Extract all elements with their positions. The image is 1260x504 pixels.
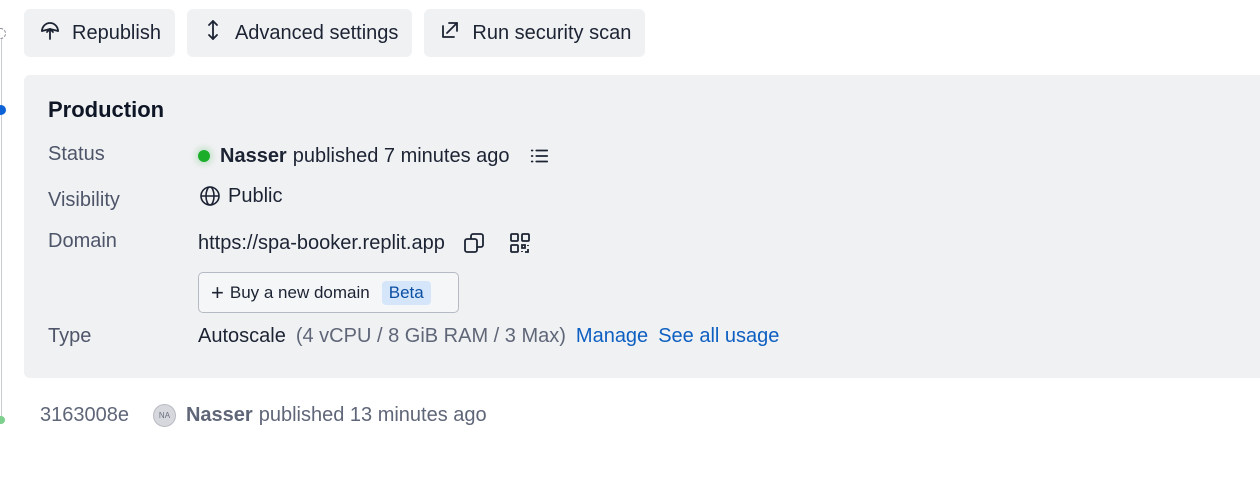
status-text: published 7 minutes ago [292, 144, 510, 167]
security-scan-label: Run security scan [472, 21, 632, 44]
type-specs: (4 vCPU / 8 GiB RAM / 3 Max) [295, 325, 566, 347]
type-value: Autoscale (4 vCPU / 8 GiB RAM / 3 Max) M… [198, 325, 779, 348]
panel-title: Production [48, 97, 165, 122]
visibility-value: Public [198, 184, 282, 208]
domain-url[interactable]: https://spa-booker.replit.app [198, 232, 445, 255]
status-live-dot [198, 150, 210, 162]
copy-icon[interactable] [461, 230, 487, 256]
scan-arrow-icon [438, 18, 462, 48]
timeline-line [1, 30, 2, 422]
republish-button[interactable]: Republish [24, 9, 175, 57]
type-label: Type [48, 325, 92, 347]
type-text: Autoscale [198, 325, 286, 347]
vertical-arrows-icon [201, 18, 225, 48]
advanced-settings-button[interactable]: Advanced settings [186, 9, 413, 57]
domain-value: https://spa-booker.replit.app [198, 230, 533, 256]
avatar: NA [152, 404, 176, 427]
list-icon[interactable] [526, 143, 552, 169]
history-entry[interactable]: 3163008e NA Nasser published 13 minutes … [40, 404, 487, 427]
timeline-history-dot [0, 416, 5, 424]
production-panel: Production Status Nasser published 7 min… [24, 75, 1260, 378]
timeline-pending-dot [0, 28, 6, 39]
history-text: published 13 minutes ago [258, 404, 487, 426]
manage-link[interactable]: Manage [576, 325, 648, 348]
domain-label: Domain [48, 230, 117, 252]
security-scan-button[interactable]: Run security scan [424, 9, 646, 57]
visibility-label: Visibility [48, 189, 120, 211]
status-label: Status [48, 143, 105, 165]
globe-icon [198, 184, 222, 208]
deployment-toolbar: Republish Advanced settings Run security… [24, 9, 646, 57]
buy-domain-button[interactable]: + Buy a new domain Beta [198, 272, 459, 313]
history-user: Nasser [185, 404, 253, 426]
timeline-active-dot [0, 105, 6, 115]
see-all-usage-link[interactable]: See all usage [658, 325, 779, 348]
status-value: Nasser published 7 minutes ago [198, 143, 552, 169]
plus-icon: + [211, 279, 224, 305]
advanced-settings-label: Advanced settings [234, 21, 399, 44]
qr-code-icon[interactable] [507, 230, 533, 256]
deployment-id: 3163008e [40, 404, 129, 426]
beta-badge: Beta [381, 280, 431, 305]
status-user: Nasser [220, 144, 287, 167]
buy-domain-label: Buy a new domain [229, 282, 370, 302]
republish-icon [38, 18, 62, 48]
visibility-text: Public [228, 184, 283, 207]
republish-label: Republish [72, 21, 161, 44]
